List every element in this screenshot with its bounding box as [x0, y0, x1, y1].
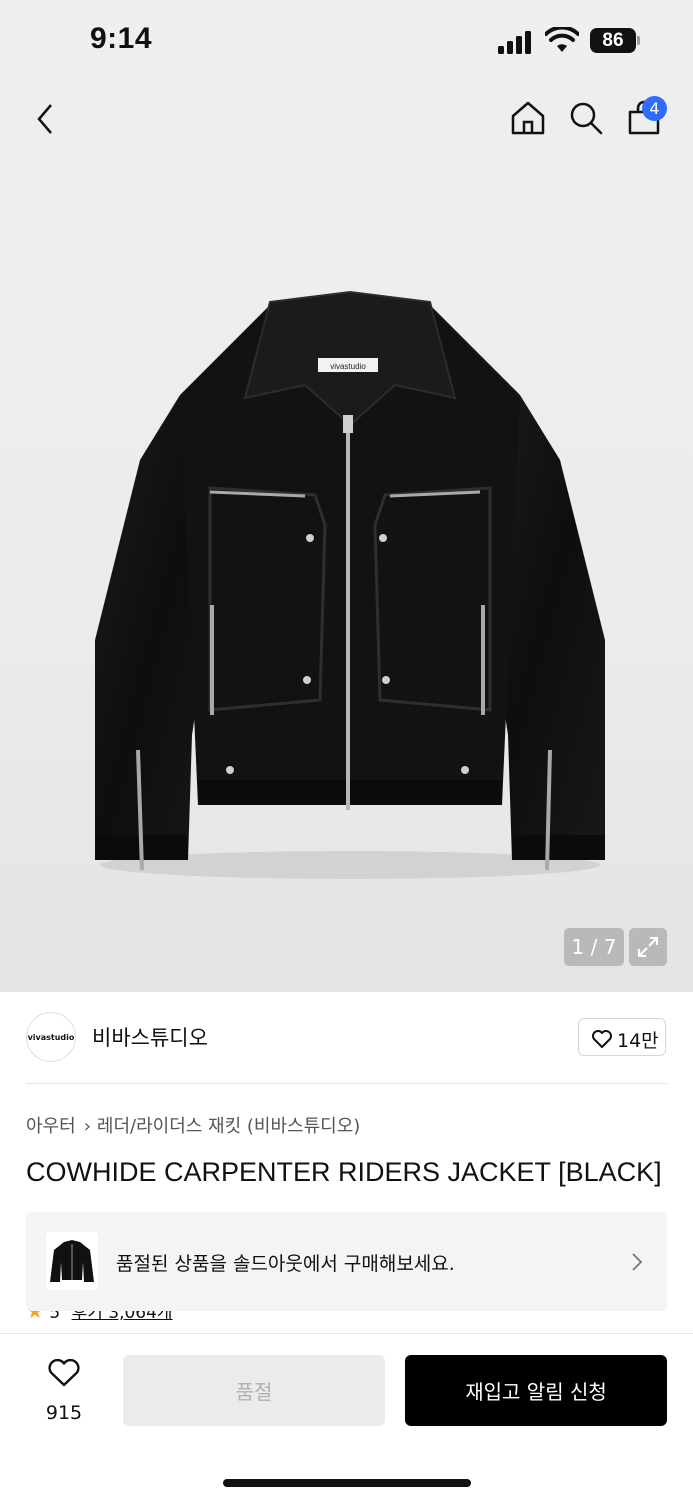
status-bar: 9:14 86: [0, 0, 693, 80]
cart-count-badge: 4: [642, 96, 667, 121]
breadcrumb: 아우터 › 레더/라이더스 재킷 (비바스튜디오): [26, 1112, 360, 1138]
brand-like-count: 14만: [617, 1030, 659, 1052]
breadcrumb-category[interactable]: 아우터: [26, 1116, 76, 1137]
brand-like-button[interactable]: 14만: [578, 1018, 666, 1056]
cellular-signal-icon: [498, 30, 536, 54]
section-divider: [26, 1083, 667, 1084]
heart-outline-icon: [48, 1358, 80, 1387]
restock-alert-button[interactable]: 재입고 알림 신청: [405, 1355, 667, 1426]
home-icon[interactable]: [510, 100, 546, 136]
search-icon[interactable]: [568, 100, 604, 136]
chevron-right-icon: [632, 1253, 643, 1271]
soldout-marketplace-banner[interactable]: 품절된 상품을 솔드아웃에서 구매해보세요.: [26, 1212, 667, 1311]
battery-indicator: 86: [590, 28, 636, 53]
image-counter: 1 / 7: [564, 928, 624, 966]
top-nav-bar: [0, 80, 693, 160]
battery-cap: [637, 36, 640, 45]
status-time: 9:14: [90, 22, 153, 55]
back-chevron-icon[interactable]: [34, 102, 56, 136]
soldout-button: 품절: [123, 1355, 385, 1426]
brand-name[interactable]: 비바스튜디오: [92, 1022, 208, 1052]
product-title: COWHIDE CARPENTER RIDERS JACKET [BLACK]: [26, 1157, 662, 1187]
wishlist-count: 915: [45, 1402, 83, 1424]
heart-outline-icon: [592, 1030, 612, 1048]
product-photo-jacket: vivastudio: [95, 290, 605, 879]
svg-text:vivastudio: vivastudio: [330, 362, 366, 371]
banner-thumbnail: [46, 1232, 98, 1290]
banner-text: 품절된 상품을 솔드아웃에서 구매해보세요.: [116, 1253, 455, 1275]
breadcrumb-subcategory[interactable]: 레더/라이더스 재킷 (비바스튜디오): [97, 1116, 360, 1137]
expand-image-button[interactable]: [629, 928, 667, 966]
breadcrumb-chevron-icon: ›: [83, 1116, 91, 1137]
wifi-icon: [545, 27, 579, 52]
expand-icon: [638, 937, 658, 957]
bottom-action-bar: 915 품절 재입고 알림 신청: [0, 1333, 693, 1501]
wishlist-button[interactable]: 915: [26, 1354, 102, 1426]
brand-logo[interactable]: vivastudio: [26, 1012, 76, 1062]
jacket-thumbnail-icon: [50, 1240, 94, 1282]
home-indicator: [223, 1479, 471, 1487]
